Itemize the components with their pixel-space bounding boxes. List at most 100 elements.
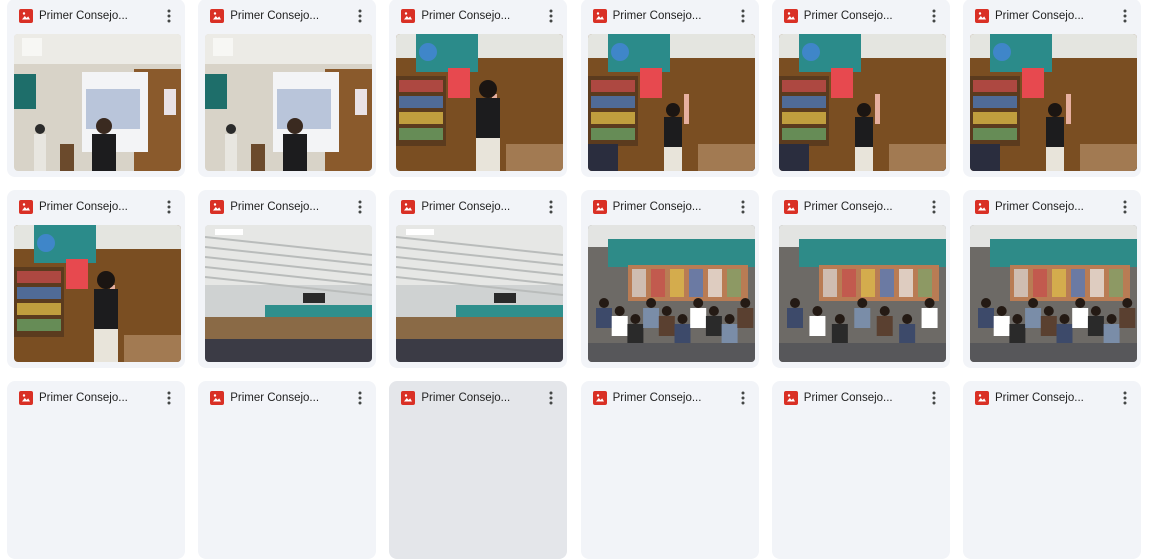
image-thumbnail[interactable]	[587, 34, 755, 171]
image-file-icon	[19, 391, 33, 405]
image-file-icon	[19, 9, 33, 23]
file-card[interactable]: Primer Consejo...	[580, 0, 759, 177]
file-name: Primer Consejo...	[421, 201, 511, 213]
file-card[interactable]: Primer Consejo...	[198, 0, 377, 177]
file-name: Primer Consejo...	[421, 10, 511, 22]
file-card[interactable]: Primer Consejo...	[7, 0, 185, 177]
file-name: Primer Consejo...	[995, 10, 1084, 22]
image-thumbnail[interactable]	[778, 34, 946, 171]
image-thumbnail[interactable]	[205, 34, 373, 171]
file-card-header: Primer Consejo...	[772, 0, 950, 33]
image-file-icon	[783, 200, 798, 214]
file-card-header: Primer Consejo...	[389, 190, 567, 224]
file-card-header: Primer Consejo...	[581, 381, 759, 415]
file-name: Primer Consejo...	[612, 392, 702, 404]
more-vert-icon[interactable]	[541, 6, 561, 26]
file-card[interactable]: Primer Consejo...	[963, 0, 1141, 177]
file-card[interactable]: Primer Consejo...	[771, 0, 950, 177]
file-name: Primer Consejo...	[230, 201, 320, 213]
file-name: Primer Consejo...	[803, 10, 893, 22]
file-card-header: Primer Consejo...	[7, 0, 185, 33]
image-file-icon	[975, 391, 989, 405]
file-card[interactable]: Primer Consejo...	[389, 190, 568, 368]
image-thumbnail[interactable]	[970, 34, 1137, 171]
more-vert-icon[interactable]	[733, 6, 753, 26]
file-card[interactable]: Primer Consejo...	[771, 381, 950, 559]
file-card-header: Primer Consejo...	[198, 190, 376, 224]
more-vert-icon[interactable]	[159, 6, 179, 26]
image-file-icon	[19, 200, 33, 214]
more-vert-icon[interactable]	[541, 388, 561, 408]
file-name: Primer Consejo...	[421, 392, 511, 404]
more-vert-icon[interactable]	[350, 6, 370, 26]
more-vert-icon[interactable]	[350, 197, 370, 217]
image-file-icon	[783, 9, 798, 23]
file-name: Primer Consejo...	[230, 10, 320, 22]
image-thumbnail[interactable]	[205, 225, 373, 362]
more-vert-icon[interactable]	[1115, 388, 1135, 408]
more-vert-icon[interactable]	[1115, 197, 1135, 217]
more-vert-icon[interactable]	[159, 197, 179, 217]
more-vert-icon[interactable]	[733, 197, 753, 217]
more-vert-icon[interactable]	[541, 197, 561, 217]
file-card-header: Primer Consejo...	[198, 381, 376, 415]
more-vert-icon[interactable]	[733, 388, 753, 408]
image-file-icon	[401, 9, 416, 23]
image-file-icon	[975, 9, 989, 23]
image-file-icon	[783, 391, 798, 405]
file-card-header: Primer Consejo...	[198, 0, 376, 33]
more-vert-icon[interactable]	[1115, 6, 1135, 26]
file-card[interactable]: Primer Consejo...	[771, 190, 950, 368]
file-name: Primer Consejo...	[39, 201, 128, 213]
file-name: Primer Consejo...	[612, 10, 702, 22]
image-thumbnail[interactable]	[587, 225, 755, 362]
file-name: Primer Consejo...	[803, 201, 893, 213]
image-thumbnail[interactable]	[14, 34, 181, 171]
file-card[interactable]: Primer Consejo...	[963, 190, 1141, 368]
image-file-icon	[210, 200, 225, 214]
file-card-header: Primer Consejo...	[963, 381, 1141, 415]
file-card-header: Primer Consejo...	[7, 381, 185, 415]
image-thumbnail[interactable]	[396, 225, 564, 362]
file-card-header: Primer Consejo...	[581, 0, 759, 33]
file-name: Primer Consejo...	[803, 392, 893, 404]
file-name: Primer Consejo...	[230, 392, 320, 404]
file-card[interactable]: Primer Consejo...	[963, 381, 1141, 559]
more-vert-icon[interactable]	[924, 197, 944, 217]
file-card[interactable]: Primer Consejo...	[389, 0, 568, 177]
file-card[interactable]: Primer Consejo...	[198, 381, 377, 559]
image-file-icon	[592, 391, 607, 405]
image-file-icon	[401, 391, 416, 405]
more-vert-icon[interactable]	[924, 388, 944, 408]
file-card-header: Primer Consejo...	[389, 381, 567, 415]
image-thumbnail[interactable]	[396, 34, 564, 171]
image-file-icon	[592, 9, 607, 23]
file-card[interactable]: Primer Consejo...	[580, 190, 759, 368]
more-vert-icon[interactable]	[159, 388, 179, 408]
file-card-header: Primer Consejo...	[963, 0, 1141, 33]
file-name: Primer Consejo...	[995, 392, 1084, 404]
file-card-header: Primer Consejo...	[772, 381, 950, 415]
file-card[interactable]: Primer Consejo...	[389, 381, 568, 559]
file-card[interactable]: Primer Consejo...	[7, 190, 185, 368]
file-card[interactable]: Primer Consejo...	[198, 190, 377, 368]
file-card-header: Primer Consejo...	[772, 190, 950, 224]
image-thumbnail[interactable]	[14, 225, 181, 362]
file-card-header: Primer Consejo...	[7, 190, 185, 224]
file-card[interactable]: Primer Consejo...	[7, 381, 185, 559]
image-file-icon	[210, 391, 225, 405]
image-thumbnail[interactable]	[778, 225, 946, 362]
file-grid: Primer Consejo... Primer Consejo... Primer…	[0, 0, 1150, 559]
file-card-header: Primer Consejo...	[963, 190, 1141, 224]
file-name: Primer Consejo...	[39, 10, 128, 22]
file-name: Primer Consejo...	[39, 392, 128, 404]
image-file-icon	[592, 200, 607, 214]
image-thumbnail[interactable]	[970, 225, 1137, 362]
image-file-icon	[975, 200, 989, 214]
file-name: Primer Consejo...	[995, 201, 1084, 213]
more-vert-icon[interactable]	[350, 388, 370, 408]
file-card-header: Primer Consejo...	[581, 190, 759, 224]
file-card[interactable]: Primer Consejo...	[580, 381, 759, 559]
image-file-icon	[210, 9, 225, 23]
more-vert-icon[interactable]	[924, 6, 944, 26]
